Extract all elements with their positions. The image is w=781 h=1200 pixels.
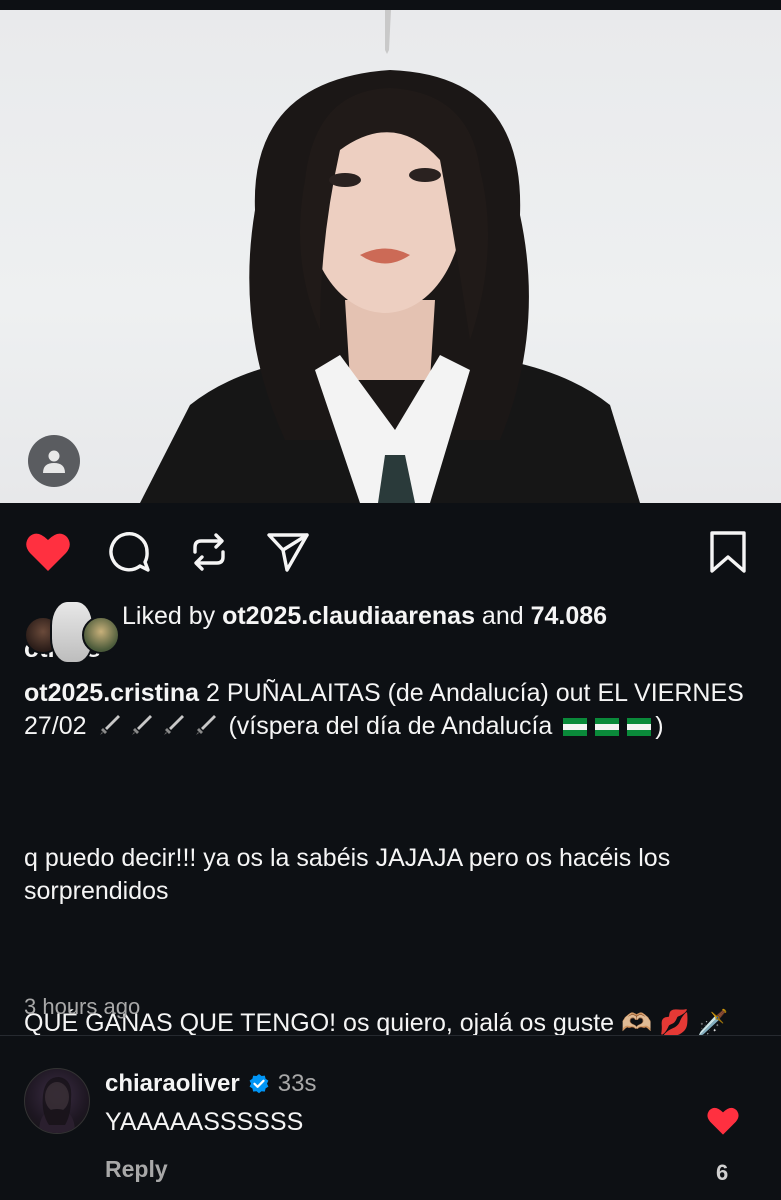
save-button[interactable] xyxy=(704,528,752,576)
avatar xyxy=(82,616,120,654)
repost-icon xyxy=(193,533,225,571)
comment-like-count: 6 xyxy=(716,1160,729,1185)
comment-icon xyxy=(109,532,150,572)
post-caption: ot2025.cristina 2 PUÑALAITAS (de Andaluc… xyxy=(24,677,764,1040)
avatar-photo xyxy=(39,1077,75,1133)
comment-username[interactable]: chiaraoliver xyxy=(105,1070,240,1098)
top-bar xyxy=(0,0,781,10)
caption-text: (víspera del día de Andalucía xyxy=(221,712,560,740)
user-tags-button[interactable] xyxy=(28,435,80,487)
andalusia-flag-icon xyxy=(627,718,652,736)
caption-username[interactable]: ot2025.cristina xyxy=(24,679,199,707)
likes-summary[interactable]: Liked by ot2025.claudiaarenas and 74.086… xyxy=(24,600,764,666)
dagger-icon xyxy=(131,715,152,735)
post-actions xyxy=(0,520,781,584)
liker-avatars xyxy=(24,600,120,664)
likes-middle: and xyxy=(474,602,531,630)
person-icon xyxy=(43,450,65,473)
post-timestamp: 3 hours ago xyxy=(24,994,141,1019)
verified-badge-icon xyxy=(249,1074,269,1094)
caption-paragraph-2: q puedo decir!!! ya os la sabéis JAJAJA … xyxy=(24,844,678,905)
comment-button[interactable] xyxy=(105,528,153,576)
heart-filled-icon xyxy=(707,1107,739,1135)
share-button[interactable] xyxy=(264,528,312,576)
caption-text: ) xyxy=(655,712,664,740)
divider xyxy=(0,1035,781,1036)
likes-count[interactable]: 74.086 xyxy=(531,602,607,630)
post-photo-illustration xyxy=(140,10,640,503)
likes-others[interactable]: others xyxy=(24,633,764,666)
andalusia-flag-icon xyxy=(595,718,620,736)
reply-button[interactable]: Reply xyxy=(105,1156,168,1183)
comment-like-button[interactable] xyxy=(706,1106,746,1142)
repost-button[interactable] xyxy=(185,528,233,576)
dagger-icon xyxy=(163,715,184,735)
comment-avatar[interactable] xyxy=(24,1068,90,1134)
comment-text: YAAAAASSSSSS xyxy=(105,1108,304,1136)
bookmark-icon xyxy=(710,531,746,573)
andalusia-flag-icon xyxy=(563,718,588,736)
post-image[interactable] xyxy=(0,10,781,503)
caption-paragraph-1: ot2025.cristina 2 PUÑALAITAS (de Andaluc… xyxy=(24,677,764,743)
comment-timestamp: 33s xyxy=(277,1070,317,1097)
send-icon xyxy=(267,533,309,572)
heart-filled-icon xyxy=(26,533,70,571)
dagger-icon xyxy=(195,715,216,735)
dagger-icon xyxy=(99,715,120,735)
liker-username[interactable]: ot2025.claudiaarenas xyxy=(222,602,475,630)
comment-header: chiaraoliver 33s xyxy=(105,1070,316,1098)
likes-text: Liked by ot2025.claudiaarenas and 74.086 xyxy=(122,600,764,633)
likes-prefix: Liked by xyxy=(122,602,223,630)
like-button[interactable] xyxy=(24,528,72,576)
